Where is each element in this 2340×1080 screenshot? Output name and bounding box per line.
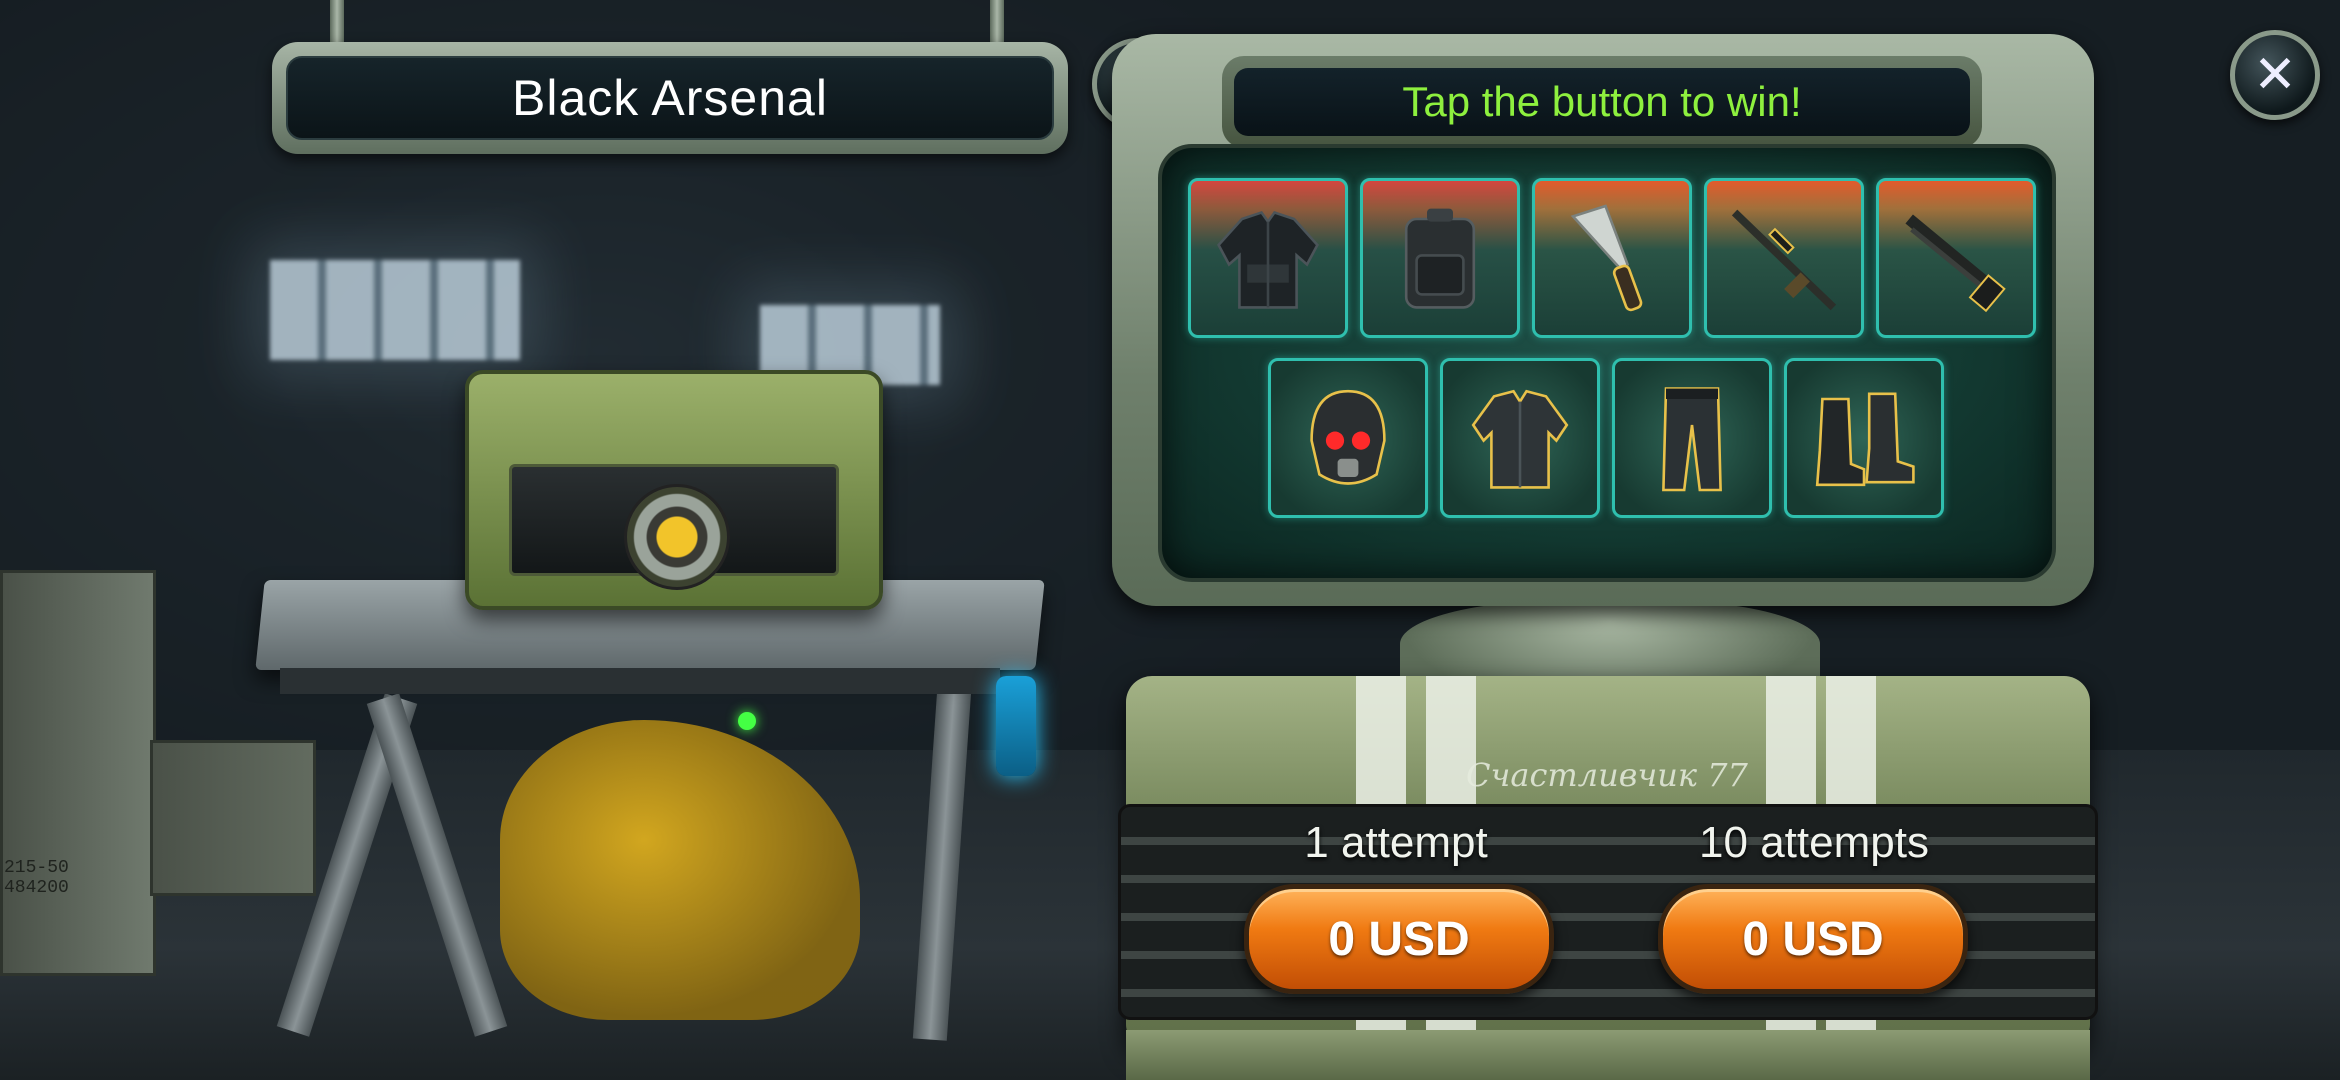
prize-slot-armor-jacket[interactable]	[1440, 358, 1600, 518]
crate-stencil-label: 215-50 484200	[4, 858, 69, 898]
prize-slot-boots[interactable]	[1784, 358, 1944, 518]
pants-icon	[1662, 387, 1722, 492]
close-button[interactable]: ✕	[2230, 30, 2320, 120]
backpack-icon	[1404, 208, 1476, 309]
sniper-rifle-icon	[1731, 209, 1837, 311]
page-title: Black Arsenal	[512, 70, 828, 126]
armor-jacket-icon	[1471, 389, 1569, 489]
energy-canister	[996, 676, 1036, 776]
ammo-box	[150, 740, 316, 896]
background-window-left	[270, 260, 520, 360]
crate-lock-icon	[624, 484, 730, 590]
single-attempt-label: 1 attempt	[1304, 818, 1488, 867]
prize-monitor: Tap the button to win!	[1112, 34, 2094, 606]
buy-one-attempt-button[interactable]: 0 USD	[1244, 884, 1554, 994]
loot-crate[interactable]	[465, 370, 883, 610]
prize-slot-jacket[interactable]	[1188, 178, 1348, 338]
prize-slot-machete[interactable]	[1532, 178, 1692, 338]
prize-slot-helmet[interactable]	[1268, 358, 1428, 518]
prize-row-top	[1188, 178, 2036, 338]
prize-row-bottom	[1268, 358, 1944, 518]
monitor-instruction: Tap the button to win!	[1402, 78, 1802, 125]
boots-icon	[1815, 392, 1915, 487]
prize-slot-backpack[interactable]	[1360, 178, 1520, 338]
game-scene: 215-50 484200 Black Arsenal ? ✕ Счастлив…	[0, 0, 2340, 1080]
machine-name: Счастливчик 77	[1466, 756, 1748, 794]
table-rail	[280, 668, 1000, 694]
prize-slot-shotgun[interactable]	[1876, 178, 2036, 338]
machine-base: Счастливчик 77 1 attempt 10 attempts 0 U…	[1118, 676, 2098, 1050]
prize-slot-pants[interactable]	[1612, 358, 1772, 518]
shotgun-icon	[1905, 214, 2006, 313]
ten-attempts-label: 10 attempts	[1699, 818, 1929, 867]
robot-eye	[738, 712, 756, 730]
tactical-jacket-icon	[1217, 210, 1319, 309]
wooden-crate	[0, 570, 156, 976]
prize-slot-sniper-rifle[interactable]	[1704, 178, 1864, 338]
prize-screen	[1158, 144, 2056, 582]
helmet-icon	[1310, 389, 1386, 485]
machete-icon	[1570, 204, 1643, 312]
base-bottom-strip	[1126, 1030, 2090, 1080]
title-banner: Black Arsenal	[272, 42, 1068, 154]
monitor-header: Tap the button to win!	[1222, 56, 1982, 148]
buy-ten-attempts-button[interactable]: 0 USD	[1658, 884, 1968, 994]
